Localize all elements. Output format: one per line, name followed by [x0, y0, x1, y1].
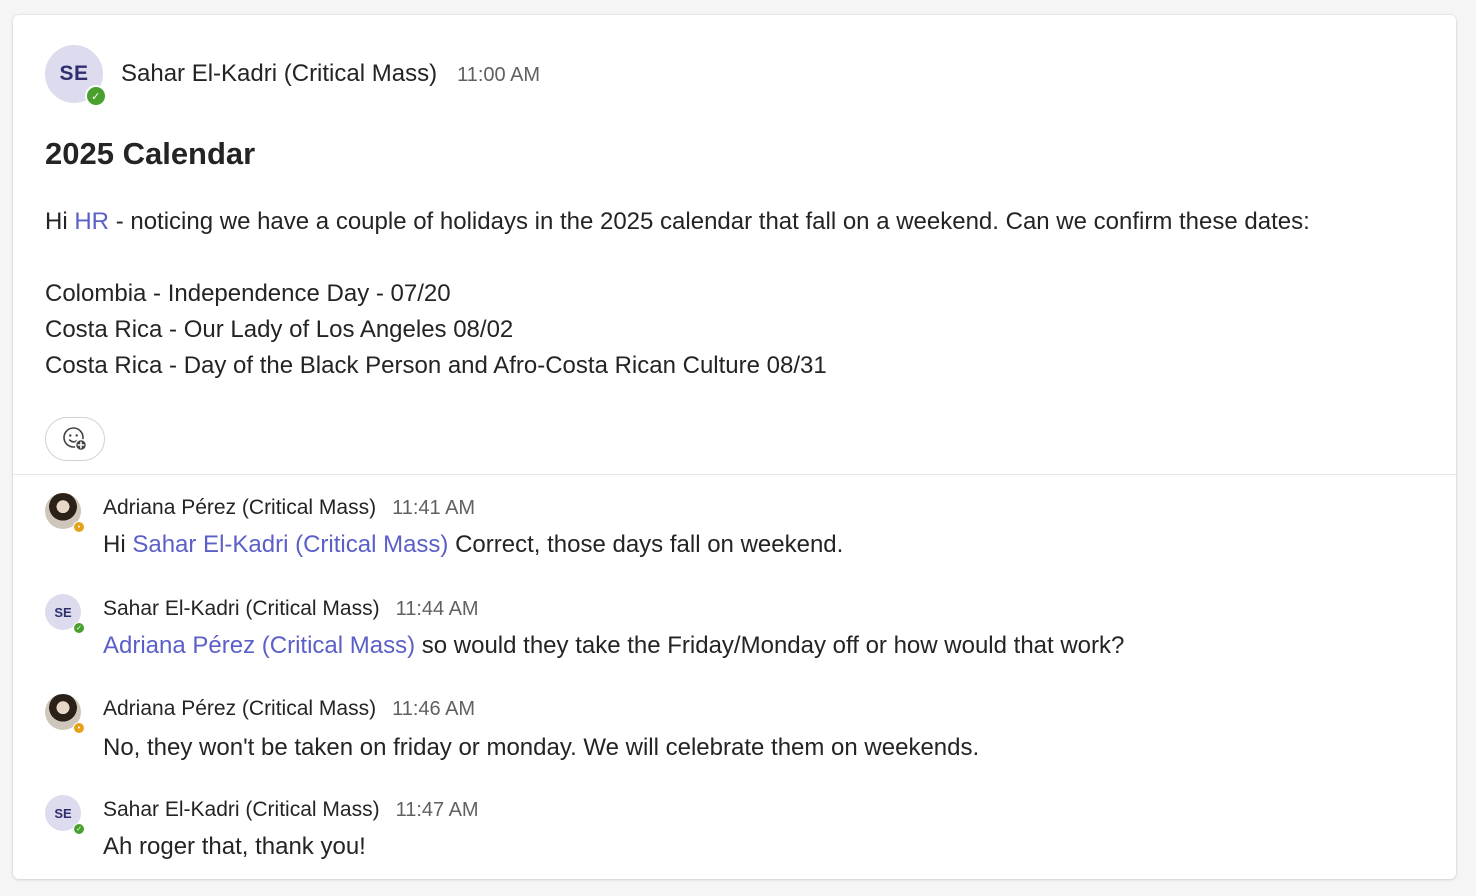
reply-text: No, they won't be taken on friday or mon…: [103, 734, 980, 761]
emoji-add-icon: [63, 427, 88, 452]
reply-header: Sahar El-Kadri (Critical Mass) 11:44 AM: [103, 597, 479, 621]
intro-text: - noticing we have a couple of holidays …: [115, 208, 1310, 235]
presence-available-icon: ✓: [73, 823, 85, 835]
reply-author[interactable]: Sahar El-Kadri (Critical Mass): [103, 798, 380, 822]
reply-author[interactable]: Adriana Pérez (Critical Mass): [103, 496, 376, 520]
reply-header: Sahar El-Kadri (Critical Mass) 11:47 AM: [103, 798, 479, 822]
presence-available-icon: ✓: [85, 85, 107, 107]
mention-sahar[interactable]: Sahar El-Kadri (Critical Mass): [132, 531, 448, 558]
adriana-avatar[interactable]: •: [45, 493, 85, 533]
holiday-line: Colombia - Independence Day - 07/20: [45, 280, 451, 307]
reply-content: so would they take the Friday/Monday off…: [421, 632, 1125, 659]
sahar-avatar[interactable]: SE ✓: [45, 795, 85, 835]
reply-author[interactable]: Adriana Pérez (Critical Mass): [103, 697, 376, 721]
adriana-avatar[interactable]: •: [45, 694, 85, 734]
presence-available-icon: ✓: [73, 622, 85, 634]
presence-away-icon: •: [73, 722, 85, 734]
reply-text: Ah roger that, thank you!: [103, 833, 366, 860]
reply-prefix: Hi: [103, 531, 126, 558]
reply-author[interactable]: Sahar El-Kadri (Critical Mass): [103, 597, 380, 621]
reply-header: Adriana Pérez (Critical Mass) 11:41 AM: [103, 496, 475, 520]
holiday-line: Costa Rica - Day of the Black Person and…: [45, 352, 827, 379]
timestamp: 11:00 AM: [457, 64, 541, 86]
mention-adriana[interactable]: Adriana Pérez (Critical Mass): [103, 632, 415, 659]
mention-hr[interactable]: HR: [74, 208, 109, 235]
reply-text: Adriana Pérez (Critical Mass) so would t…: [103, 632, 1124, 660]
reply-header: Adriana Pérez (Critical Mass) 11:46 AM: [103, 697, 475, 721]
reply-timestamp: 11:46 AM: [392, 698, 476, 720]
sahar-avatar[interactable]: SE ✓: [45, 594, 85, 634]
holiday-line: Costa Rica - Our Lady of Los Angeles 08/…: [45, 316, 514, 343]
avatar-initials: SE: [54, 805, 72, 821]
presence-away-icon: •: [73, 521, 85, 533]
message-header: Sahar El-Kadri (Critical Mass) 11:00 AM: [121, 60, 540, 88]
add-reaction-button[interactable]: [45, 417, 105, 461]
avatar-initials: SE: [59, 62, 89, 85]
avatar-initials: SE: [54, 604, 72, 620]
message-subject: 2025 Calendar: [45, 136, 256, 171]
reply-timestamp: 11:47 AM: [395, 799, 479, 821]
root-message: SE ✓ Sahar El-Kadri (Critical Mass) 11:0…: [13, 15, 1456, 475]
greeting: Hi: [45, 208, 68, 235]
reply-timestamp: 11:41 AM: [392, 497, 476, 519]
message-thread-card: SE ✓ Sahar El-Kadri (Critical Mass) 11:0…: [13, 15, 1456, 879]
author-avatar[interactable]: SE ✓: [45, 45, 107, 107]
message-intro: Hi HR - noticing we have a couple of hol…: [45, 208, 1310, 236]
reply-text: Hi Sahar El-Kadri (Critical Mass) Correc…: [103, 531, 843, 559]
reply-timestamp: 11:44 AM: [395, 598, 479, 620]
author-name[interactable]: Sahar El-Kadri (Critical Mass): [121, 60, 437, 88]
reply-content: Correct, those days fall on weekend.: [455, 531, 844, 558]
